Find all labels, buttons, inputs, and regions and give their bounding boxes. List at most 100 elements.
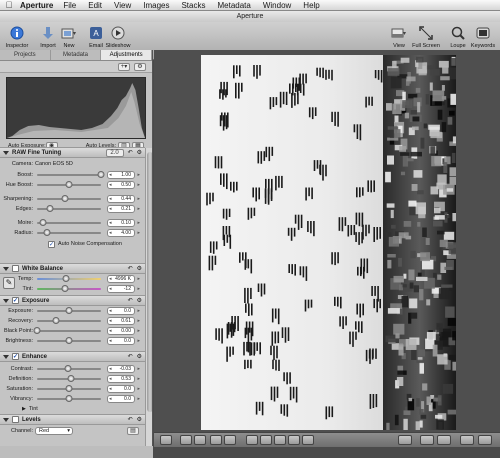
- disclosure-triangle-icon[interactable]: [3, 417, 9, 422]
- tint-slider[interactable]: [37, 285, 101, 292]
- raw-header[interactable]: RAW Fine Tuning 2.0 ↶ ⚙: [0, 147, 145, 158]
- straighten-icon[interactable]: [246, 435, 258, 445]
- hue-boost-thumb[interactable]: [65, 181, 73, 188]
- reset-icon[interactable]: ↶: [128, 353, 133, 360]
- exposure-thumb[interactable]: [65, 307, 73, 314]
- disclosure-triangle-icon[interactable]: [3, 150, 9, 155]
- auto-noise-checkbox[interactable]: ✓: [48, 240, 55, 248]
- lift-tool-icon[interactable]: [210, 435, 222, 445]
- boost-value[interactable]: 1.00: [107, 171, 140, 179]
- gear-icon[interactable]: ⚙: [137, 265, 142, 272]
- sharpening-value[interactable]: 0.44: [107, 195, 140, 203]
- definition-slider[interactable]: [37, 375, 101, 382]
- disclosure-triangle-icon[interactable]: [3, 298, 9, 303]
- hue-boost-slider[interactable]: [37, 181, 101, 188]
- saturation-value[interactable]: 0.0: [107, 385, 140, 393]
- brightness-thumb[interactable]: [65, 337, 73, 344]
- contrast-slider[interactable]: [37, 365, 101, 372]
- contrast-thumb[interactable]: [64, 365, 72, 372]
- levels-enable-checkbox[interactable]: [12, 416, 19, 423]
- temp-thumb[interactable]: [62, 275, 70, 282]
- sharpening-thumb[interactable]: [61, 195, 69, 202]
- moire-thumb[interactable]: [39, 219, 47, 226]
- inspector-button[interactable]: Inspector: [0, 25, 34, 49]
- fullscreen-button[interactable]: Full Screen: [409, 25, 443, 49]
- wb-header[interactable]: White Balance ↶ ⚙: [0, 263, 145, 274]
- boost-slider[interactable]: [37, 171, 105, 178]
- slideshow-button[interactable]: Slideshow: [101, 25, 135, 49]
- moire-slider[interactable]: [37, 219, 101, 226]
- grid-view-icon[interactable]: [437, 435, 451, 445]
- tint-disclosure-icon[interactable]: ▶: [22, 406, 26, 412]
- moire-value[interactable]: 0.10: [107, 219, 140, 227]
- menu-images[interactable]: Images: [143, 1, 169, 10]
- gear-icon[interactable]: ⚙: [137, 149, 142, 157]
- temp-slider[interactable]: [37, 275, 101, 282]
- menu-file[interactable]: File: [63, 1, 76, 10]
- menu-view[interactable]: View: [114, 1, 131, 10]
- reset-icon[interactable]: ↶: [128, 265, 133, 272]
- menu-window[interactable]: Window: [263, 1, 291, 10]
- tab-metadata[interactable]: Metadata: [51, 50, 102, 60]
- photo[interactable]: [201, 55, 456, 430]
- boost-thumb[interactable]: [97, 171, 105, 178]
- menu-help[interactable]: Help: [303, 1, 319, 10]
- spot-patch-icon[interactable]: [274, 435, 286, 445]
- reset-icon[interactable]: ↶: [128, 297, 133, 304]
- radius-slider[interactable]: [37, 229, 101, 236]
- recovery-slider[interactable]: [37, 317, 101, 324]
- saturation-thumb[interactable]: [65, 385, 73, 392]
- definition-value[interactable]: 0.53: [107, 375, 140, 383]
- reset-icon[interactable]: ↶: [128, 416, 133, 423]
- gear-icon[interactable]: ⚙: [137, 416, 142, 423]
- exposure-enable-checkbox[interactable]: ✓: [12, 297, 19, 304]
- exposure-header[interactable]: ✓ Exposure ↶ ⚙: [0, 295, 145, 306]
- recovery-value[interactable]: 0.61: [107, 317, 140, 325]
- tint-value[interactable]: -12: [107, 285, 140, 293]
- filmstrip-view-icon[interactable]: [420, 435, 434, 445]
- enhance-enable-checkbox[interactable]: ✓: [12, 353, 19, 360]
- menu-app[interactable]: Aperture: [20, 1, 53, 10]
- redeye-icon[interactable]: [288, 435, 300, 445]
- tab-adjustments[interactable]: Adjustments: [101, 50, 152, 60]
- recovery-thumb[interactable]: [52, 317, 60, 324]
- raw-version-select[interactable]: 2.0: [105, 148, 124, 157]
- brightness-slider[interactable]: [37, 337, 101, 344]
- menu-metadata[interactable]: Metadata: [217, 1, 250, 10]
- brightness-value[interactable]: 0.0: [107, 337, 140, 345]
- contrast-value[interactable]: -0.03: [107, 365, 140, 373]
- menu-edit[interactable]: Edit: [88, 1, 102, 10]
- viewer-mode-icon[interactable]: [460, 435, 474, 445]
- definition-thumb[interactable]: [67, 375, 75, 382]
- stamp-tool-icon[interactable]: [224, 435, 236, 445]
- radius-thumb[interactable]: [43, 229, 51, 236]
- black-point-value[interactable]: 0.00: [107, 327, 140, 335]
- add-adjustment-button[interactable]: +▾: [118, 62, 130, 71]
- inspector-scroll-thumb[interactable]: [147, 152, 152, 412]
- black-point-slider[interactable]: [33, 327, 101, 334]
- exposure-slider[interactable]: [37, 307, 101, 314]
- rotate-right-icon[interactable]: [194, 435, 206, 445]
- saturation-slider[interactable]: [37, 385, 101, 392]
- gear-icon[interactable]: ⚙: [137, 353, 142, 360]
- apple-menu-icon[interactable]: : [4, 0, 14, 10]
- reset-icon[interactable]: ↶: [128, 149, 133, 157]
- hue-boost-value[interactable]: 0.50: [107, 181, 140, 189]
- dual-viewer-icon[interactable]: [478, 435, 492, 445]
- select-tool-icon[interactable]: [160, 435, 172, 445]
- menu-stacks[interactable]: Stacks: [181, 1, 205, 10]
- disclosure-triangle-icon[interactable]: [3, 266, 9, 271]
- vibrancy-thumb[interactable]: [65, 395, 73, 402]
- channel-select[interactable]: Red ▾: [35, 427, 73, 435]
- tint-thumb[interactable]: [61, 285, 69, 292]
- inspector-scrollbar[interactable]: [145, 148, 152, 447]
- compare-view-icon[interactable]: [398, 435, 412, 445]
- black-point-thumb[interactable]: [33, 327, 41, 334]
- edges-value[interactable]: 0.21: [107, 205, 140, 213]
- levels-header[interactable]: Levels ↶ ⚙: [0, 414, 145, 425]
- sharpening-slider[interactable]: [37, 195, 101, 202]
- vibrancy-slider[interactable]: [37, 395, 101, 402]
- tab-projects[interactable]: Projects: [0, 50, 51, 60]
- keywords-button[interactable]: Keywords: [466, 25, 500, 49]
- edges-slider[interactable]: [37, 205, 101, 212]
